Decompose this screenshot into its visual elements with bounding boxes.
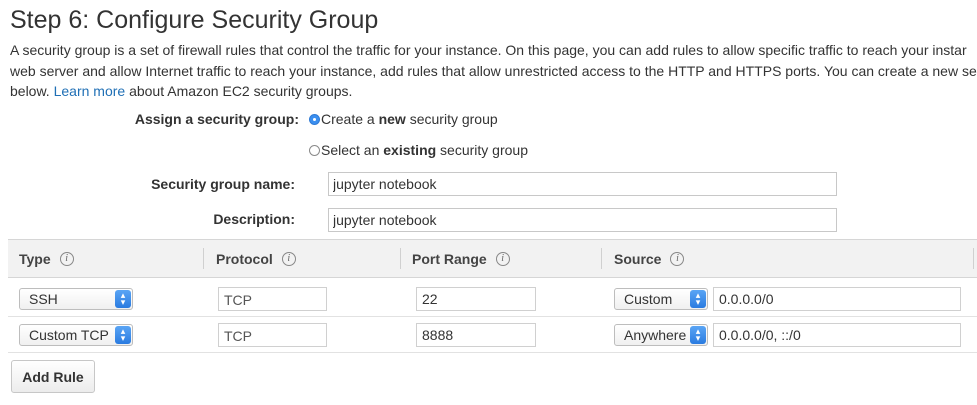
column-header-protocol: Protocol i — [216, 240, 296, 277]
column-header-type-label: Type — [19, 250, 51, 267]
rule-source-select[interactable]: Anywhere ▴ ▾ — [614, 324, 708, 346]
column-divider — [203, 248, 204, 269]
rule-type-value: SSH — [29, 291, 58, 307]
description-input[interactable] — [328, 208, 837, 232]
rule-source-cidr-input[interactable] — [713, 323, 961, 347]
description-line-1: A security group is a set of firewall ru… — [10, 42, 967, 58]
page-description: A security group is a set of firewall ru… — [10, 40, 977, 102]
rule-type-select[interactable]: Custom TCP ▴ ▾ — [19, 324, 133, 346]
description-line-3: below. Learn more about Amazon EC2 secur… — [10, 81, 977, 102]
rule-source-cidr-input[interactable] — [713, 287, 961, 311]
radio-select-existing[interactable]: Select an existing security group — [309, 142, 528, 158]
row-divider — [8, 352, 977, 353]
info-icon[interactable]: i — [495, 251, 510, 266]
rules-table-header: Type i Protocol i Port Range i Source i — [8, 239, 977, 278]
rule-type-select[interactable]: SSH ▴ ▾ — [19, 288, 133, 310]
description-tail-prefix: below. — [10, 83, 50, 99]
radio-existing-bold: existing — [383, 142, 437, 158]
column-header-port-range-label: Port Range — [412, 250, 487, 267]
radio-create-new-button[interactable] — [309, 113, 320, 125]
radio-create-prefix: Create a — [321, 111, 379, 127]
column-divider — [601, 248, 602, 269]
page-title: Step 6: Configure Security Group — [10, 6, 379, 34]
select-stepper-icon: ▴ ▾ — [115, 326, 131, 344]
rule-source-type-value: Anywhere — [624, 327, 687, 343]
add-rule-button[interactable]: Add Rule — [11, 360, 95, 393]
column-header-type: Type i — [19, 240, 74, 277]
info-icon[interactable]: i — [670, 251, 685, 266]
radio-existing-prefix: Select an — [321, 142, 384, 158]
rule-type-value: Custom TCP — [29, 327, 109, 343]
radio-create-new[interactable]: Create a new security group — [309, 111, 498, 127]
column-header-source: Source i — [614, 240, 685, 277]
description-tail-suffix: about Amazon EC2 security groups. — [129, 83, 353, 99]
radio-create-new-label: Create a new security group — [321, 111, 498, 127]
column-divider — [973, 248, 974, 269]
row-divider — [8, 316, 977, 317]
radio-existing-suffix: security group — [436, 142, 528, 158]
column-divider — [400, 248, 401, 269]
column-header-source-label: Source — [614, 250, 662, 267]
column-header-port-range: Port Range i — [412, 240, 510, 277]
security-group-name-label: Security group name: — [151, 176, 295, 192]
security-group-name-input[interactable] — [328, 172, 837, 196]
radio-create-bold: new — [378, 111, 406, 127]
rule-source-select[interactable]: Custom ▴ ▾ — [614, 288, 708, 310]
info-icon[interactable]: i — [281, 251, 296, 266]
select-stepper-icon: ▴ ▾ — [690, 326, 706, 344]
rule-port-range-input[interactable] — [416, 287, 536, 311]
assign-security-group-label: Assign a security group: — [134, 111, 299, 127]
description-label: Description: — [213, 211, 295, 227]
info-icon[interactable]: i — [59, 251, 74, 266]
column-header-protocol-label: Protocol — [216, 250, 273, 267]
select-stepper-icon: ▴ ▾ — [115, 290, 131, 308]
learn-more-link[interactable]: Learn more — [54, 83, 126, 99]
radio-select-existing-label: Select an existing security group — [321, 142, 528, 158]
select-stepper-icon: ▴ ▾ — [690, 290, 706, 308]
rule-port-range-input[interactable] — [416, 323, 536, 347]
rule-protocol-field: TCP — [218, 323, 327, 347]
radio-create-suffix: security group — [405, 111, 498, 127]
description-line-2: web server and allow Internet traffic to… — [10, 62, 977, 79]
rule-protocol-field: TCP — [218, 287, 327, 311]
radio-select-existing-button[interactable] — [309, 144, 320, 156]
rule-source-type-value: Custom — [624, 291, 673, 307]
